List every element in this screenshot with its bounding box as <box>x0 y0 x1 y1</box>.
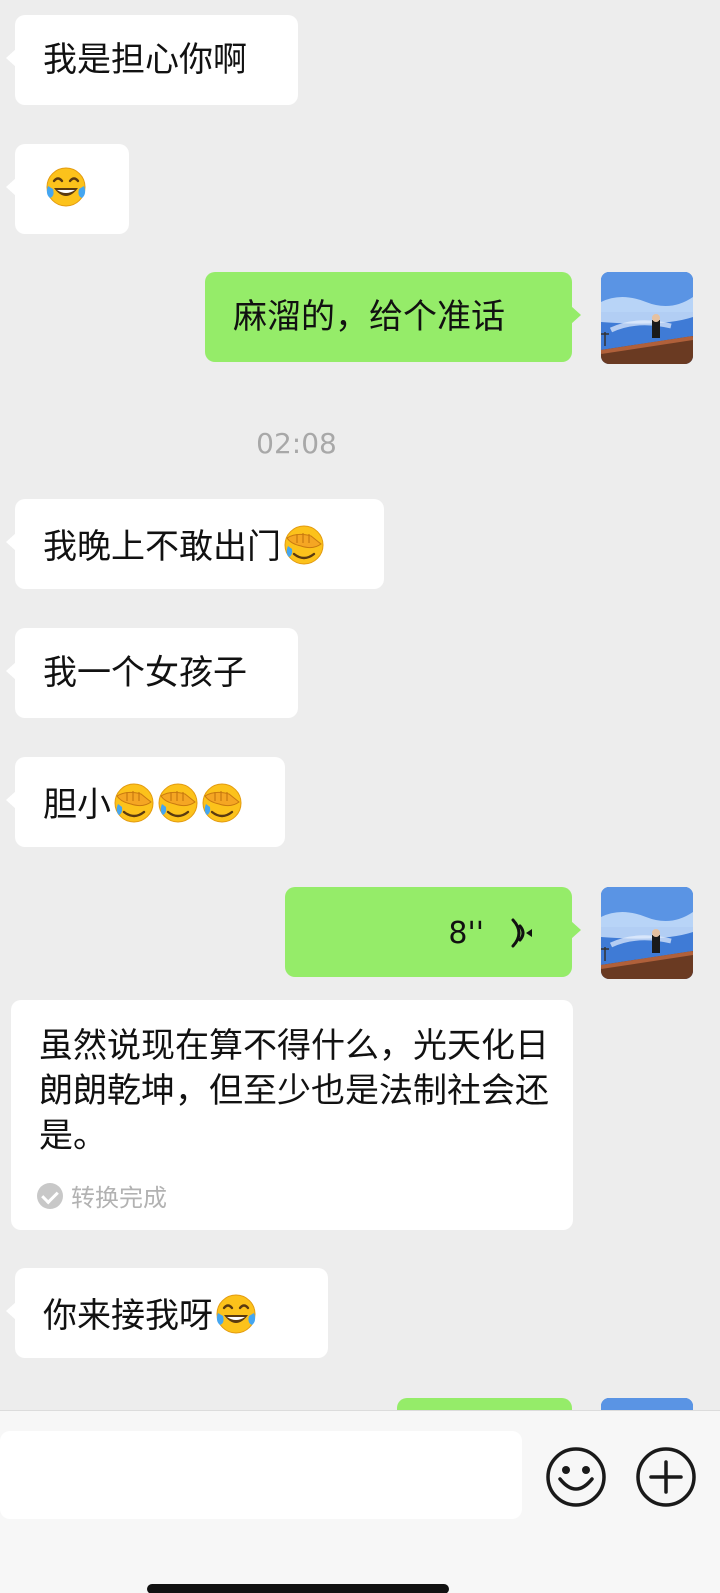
facepalm-emoji-icon <box>283 524 325 566</box>
message-bubble-incoming[interactable]: 胆小 <box>6 757 285 847</box>
timestamp: 02:08 <box>256 427 337 460</box>
message-bubble-outgoing[interactable] <box>397 1398 572 1410</box>
facepalm-emoji-icon <box>201 782 243 824</box>
message-text: 我是担心你啊 <box>43 40 247 80</box>
message-bubble-incoming[interactable]: 我是担心你啊 <box>6 15 298 105</box>
voice-message-bubble[interactable]: 8'' <box>285 887 581 977</box>
message-text: 麻溜的，给个准话 <box>233 297 505 337</box>
emoji-icon[interactable] <box>544 1445 608 1509</box>
home-indicator <box>147 1584 449 1593</box>
message-text: 我晚上不敢出门 <box>43 527 281 567</box>
message-bubble-incoming[interactable]: 你来接我呀 <box>6 1268 328 1358</box>
tears-of-joy-emoji-icon <box>45 166 87 208</box>
avatar[interactable] <box>601 887 693 979</box>
tears-of-joy-emoji-icon <box>215 1293 257 1335</box>
check-circle-icon <box>37 1182 63 1209</box>
facepalm-emoji-icon <box>157 782 199 824</box>
chat-area[interactable]: 我是担心你啊 麻溜的，给个准话 02:08 我晚上不敢出门 我一个女孩子 胆小 … <box>0 0 720 1410</box>
message-bubble-incoming[interactable]: 我一个女孩子 <box>6 628 298 718</box>
plus-icon[interactable] <box>634 1445 698 1509</box>
transcript-status: 转换完成 <box>71 1184 167 1212</box>
message-bubble-incoming[interactable]: 我晚上不敢出门 <box>6 499 384 589</box>
avatar[interactable] <box>601 1398 693 1410</box>
voice-transcript-card[interactable]: 虽然说现在算不得什么，光天化日朗朗乾坤，但至少也是法制社会还是。 转换完成 <box>11 1000 573 1230</box>
voice-duration: 8'' <box>448 916 484 951</box>
transcript-text: 虽然说现在算不得什么，光天化日朗朗乾坤，但至少也是法制社会还是。 <box>39 1026 549 1156</box>
facepalm-emoji-icon <box>113 782 155 824</box>
voice-wave-icon <box>511 918 532 948</box>
message-bubble-outgoing[interactable]: 麻溜的，给个准话 <box>205 272 581 362</box>
input-bar <box>0 1410 720 1593</box>
message-bubble-incoming[interactable] <box>6 144 129 234</box>
message-input[interactable] <box>0 1431 522 1519</box>
message-text: 我一个女孩子 <box>43 653 247 693</box>
avatar[interactable] <box>601 272 693 364</box>
message-text: 你来接我呀 <box>43 1296 213 1336</box>
message-text: 胆小 <box>43 785 111 825</box>
